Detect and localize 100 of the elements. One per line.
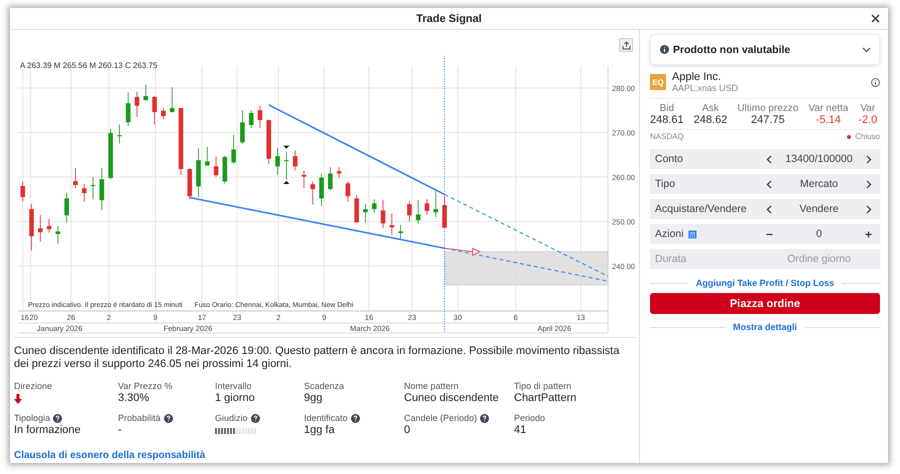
quote-value: 248.62	[694, 114, 728, 126]
candlestick	[178, 108, 184, 176]
field-label: Direzione	[14, 381, 52, 391]
chevron-right-icon[interactable]	[865, 204, 872, 214]
instrument-name: Apple Inc.	[672, 71, 722, 83]
candlestick	[231, 134, 236, 164]
candlestick	[398, 224, 403, 241]
help-icon[interactable]	[53, 414, 62, 422]
candlestick	[302, 170, 306, 189]
candlestick	[108, 128, 113, 180]
field-label: Conto	[655, 153, 684, 165]
status-dropdown[interactable]: Prodotto non valutabile	[650, 34, 880, 65]
arrow	[444, 248, 481, 256]
field-value: 9gg	[304, 392, 324, 404]
plus-icon[interactable]	[865, 230, 872, 238]
quote-label: Ultimo prezzo	[737, 103, 798, 114]
chevron-down-icon	[862, 46, 871, 52]
marker-icon	[283, 146, 290, 149]
field-value: Vendere	[798, 203, 840, 215]
instrument-badge: EQ	[650, 74, 666, 90]
candlestick	[38, 214, 43, 242]
market-status: Chiuso	[855, 132, 880, 141]
candlestick	[433, 190, 438, 218]
field-value: 3.30%	[118, 392, 150, 404]
help-icon[interactable]	[164, 414, 173, 422]
form-row[interactable]: Acquistare/Vendere Vendere	[650, 199, 880, 219]
candlestick	[117, 124, 122, 144]
quote-value: -2.0	[858, 114, 878, 126]
field-label: Scadenza	[304, 381, 344, 391]
candlestick	[275, 148, 280, 176]
candlestick	[390, 213, 394, 236]
info-icon[interactable]	[871, 78, 880, 86]
field-label: Nome pattern	[404, 381, 459, 391]
field-value: 0	[404, 424, 412, 436]
field-label: Giudizio	[215, 413, 248, 423]
field-label: Intervallo	[215, 381, 252, 391]
field-label: Probabilità	[118, 413, 161, 423]
calculator-icon[interactable]	[688, 230, 697, 238]
details-link[interactable]: Mostra dettagli	[733, 322, 798, 332]
candlestick	[143, 84, 148, 102]
field-label: Tipo di pattern	[514, 381, 572, 391]
field-value: Mercato	[799, 178, 839, 190]
info-icon	[660, 45, 669, 54]
candlestick	[292, 150, 298, 171]
field-label: Identificato	[304, 413, 348, 423]
chevron-right-icon[interactable]	[865, 154, 872, 164]
take-profit-link[interactable]: Aggiungi Take Profit / Stop Loss	[696, 278, 834, 288]
candlestick	[319, 173, 324, 206]
field-label: Durata	[655, 253, 687, 265]
pattern-description: Cuneo discendente identificato il 28-Mar-2026 19:00. Questo pattern è ancora in formazione. Possibile movimento ribassista dei prezzi verso il supporto 246.05 nei prossimi 14 giorni.	[14, 345, 620, 371]
field-label: Tipo	[655, 178, 676, 190]
share-icon[interactable]	[619, 38, 633, 52]
field-value: 41	[514, 424, 528, 436]
form-row[interactable]: Azioni 0	[650, 224, 880, 244]
field-value: 0	[815, 228, 823, 240]
candlestick	[354, 194, 359, 223]
field-label: Candele (Periodo)	[404, 413, 478, 423]
candlestick	[424, 198, 430, 216]
chevron-left-icon[interactable]	[766, 204, 773, 214]
candlestick	[20, 181, 26, 202]
candlestick	[73, 168, 78, 189]
quote-value: 248.61	[650, 114, 684, 126]
candlestick	[363, 204, 368, 223]
quote-value: 247.75	[751, 114, 785, 126]
form-row[interactable]: Tipo Mercato	[650, 174, 880, 194]
quote-label: Bid	[660, 103, 674, 114]
field-label: Acquistare/Vendere	[655, 203, 747, 215]
candlestick	[416, 199, 420, 224]
candlestick	[64, 192, 69, 223]
field-label: Tipologia	[14, 413, 50, 423]
candlestick	[222, 155, 228, 184]
form-row[interactable]: Conto 13400/100000	[650, 149, 880, 169]
candlestick	[170, 86, 174, 113]
field-value: 13400/100000	[784, 153, 854, 165]
candlestick	[346, 181, 350, 202]
candlestick	[380, 199, 386, 229]
chevron-left-icon[interactable]	[766, 154, 773, 164]
candlestick	[258, 105, 262, 128]
candlestick	[214, 156, 218, 178]
window-title: Trade Signal	[416, 12, 482, 24]
chevron-left-icon[interactable]	[766, 180, 773, 188]
disclaimer-link[interactable]: Clausola di esonero della responsabilità	[14, 450, 206, 461]
candlestick	[56, 226, 60, 244]
candlestick	[187, 168, 192, 200]
candlestick	[100, 168, 104, 211]
field-label: Azioni	[655, 228, 684, 240]
instrument-ticker: AAPL:xnas USD	[672, 83, 740, 93]
candlestick	[29, 203, 34, 251]
candlestick	[248, 110, 254, 128]
help-icon[interactable]	[350, 414, 360, 422]
candlestick	[82, 183, 87, 202]
candlestick	[372, 198, 377, 214]
help-icon[interactable]	[480, 414, 490, 422]
chevron-right-icon[interactable]	[865, 180, 872, 188]
help-icon[interactable]	[250, 414, 260, 422]
candlestick	[328, 166, 333, 191]
field-value: Ordine giorno	[786, 253, 852, 265]
down-arrow-icon	[14, 394, 22, 404]
candlestick	[204, 146, 210, 166]
place-order-button[interactable]: Piazza ordine	[650, 293, 880, 314]
